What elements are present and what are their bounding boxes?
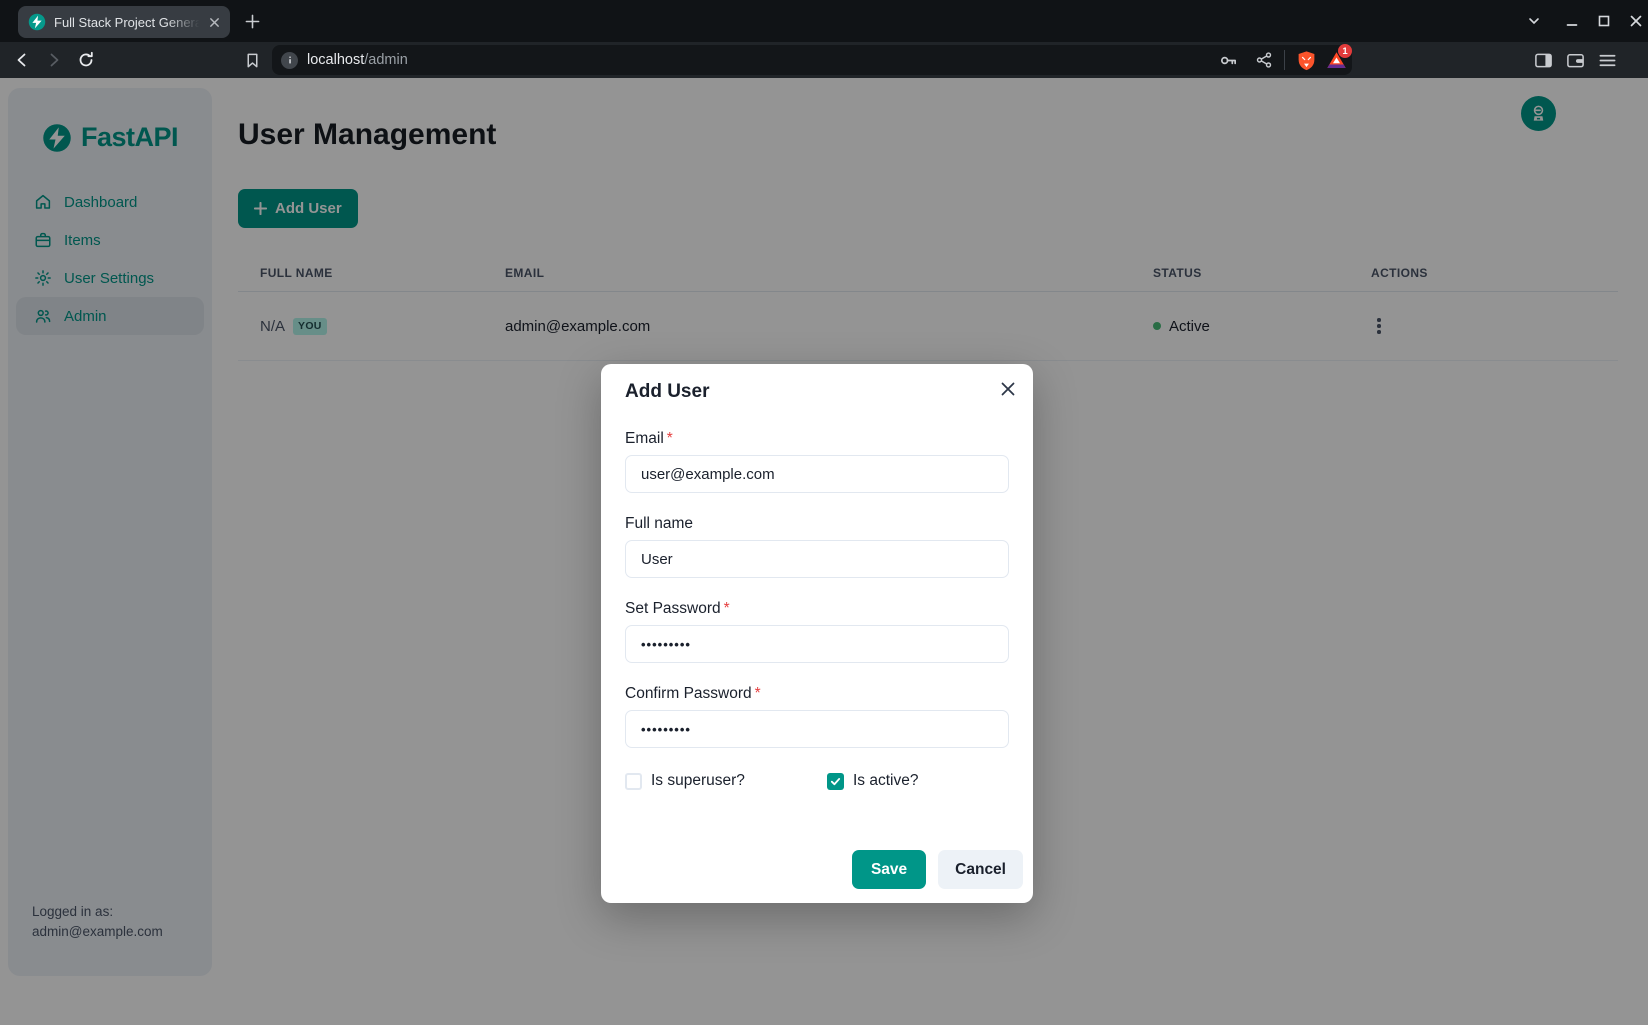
- save-button[interactable]: Save: [852, 850, 926, 889]
- page-content: FastAPI Dashboard Items User Settings A: [0, 78, 1648, 1025]
- browser-window: Full Stack Project Genera: [0, 0, 1648, 1025]
- close-icon: [1001, 382, 1015, 396]
- checkbox-unchecked-icon: [625, 773, 642, 790]
- is-superuser-checkbox[interactable]: Is superuser?: [625, 772, 827, 790]
- address-bar[interactable]: localhost/admin: [272, 45, 1352, 75]
- browser-toolbar: localhost/admin 1: [0, 42, 1648, 78]
- site-info-icon[interactable]: [281, 52, 298, 69]
- confirm-password-field-group: Confirm Password*: [625, 685, 1009, 748]
- confirm-password-label: Confirm Password*: [625, 685, 1009, 703]
- modal-footer: Save Cancel: [852, 850, 1023, 889]
- confirm-password-field[interactable]: [625, 710, 1009, 748]
- set-password-field-group: Set Password*: [625, 600, 1009, 663]
- tab-close-icon[interactable]: [204, 12, 224, 32]
- url-path: /admin: [364, 52, 408, 68]
- full-name-field-group: Full name: [625, 515, 1009, 578]
- set-password-label: Set Password*: [625, 600, 1009, 618]
- is-active-label: Is active?: [853, 772, 918, 790]
- browser-tab[interactable]: Full Stack Project Genera: [18, 6, 230, 38]
- cancel-button[interactable]: Cancel: [938, 850, 1023, 889]
- full-name-field[interactable]: [625, 540, 1009, 578]
- toolbar-separator: [1284, 50, 1285, 70]
- modal-title: Add User: [601, 364, 1033, 403]
- check-icon: [830, 776, 841, 787]
- rewards-badge: 1: [1338, 44, 1352, 58]
- tab-bar: Full Stack Project Genera: [0, 0, 1648, 42]
- add-user-modal: Add User Email* Full name Set Password*: [601, 364, 1033, 903]
- modal-body: Email* Full name Set Password* Confirm P…: [601, 403, 1033, 790]
- required-asterisk: *: [724, 600, 730, 617]
- email-label: Email*: [625, 430, 1009, 448]
- email-field-group: Email*: [625, 430, 1009, 493]
- forward-icon[interactable]: [42, 48, 66, 72]
- brave-shield-icon[interactable]: [1294, 48, 1318, 72]
- email-field[interactable]: [625, 455, 1009, 493]
- tab-search-chevron-icon[interactable]: [1521, 8, 1547, 34]
- is-active-checkbox[interactable]: Is active?: [827, 772, 918, 790]
- saved-passwords-key-icon[interactable]: [1216, 48, 1240, 72]
- window-minimize-icon[interactable]: [1559, 8, 1585, 34]
- modal-close-button[interactable]: [992, 373, 1024, 405]
- window-close-icon[interactable]: [1623, 8, 1648, 34]
- url-text: localhost/admin: [307, 52, 408, 68]
- checkbox-checked-icon: [827, 773, 844, 790]
- full-name-label: Full name: [625, 515, 1009, 533]
- wallet-icon[interactable]: [1563, 48, 1587, 72]
- new-tab-icon[interactable]: [240, 9, 264, 33]
- bookmark-icon[interactable]: [240, 48, 264, 72]
- required-asterisk: *: [755, 685, 761, 702]
- sidebar-panel-icon[interactable]: [1531, 48, 1555, 72]
- required-asterisk: *: [667, 430, 673, 447]
- checkbox-row: Is superuser? Is active?: [625, 772, 1009, 790]
- back-icon[interactable]: [10, 48, 34, 72]
- reload-icon[interactable]: [74, 48, 98, 72]
- fastapi-favicon-icon: [28, 13, 46, 31]
- share-icon[interactable]: [1252, 48, 1276, 72]
- set-password-field[interactable]: [625, 625, 1009, 663]
- url-host: localhost: [307, 52, 364, 68]
- is-superuser-label: Is superuser?: [651, 772, 745, 790]
- tab-title: Full Stack Project Genera: [54, 15, 204, 30]
- window-maximize-icon[interactable]: [1591, 8, 1617, 34]
- menu-hamburger-icon[interactable]: [1595, 48, 1619, 72]
